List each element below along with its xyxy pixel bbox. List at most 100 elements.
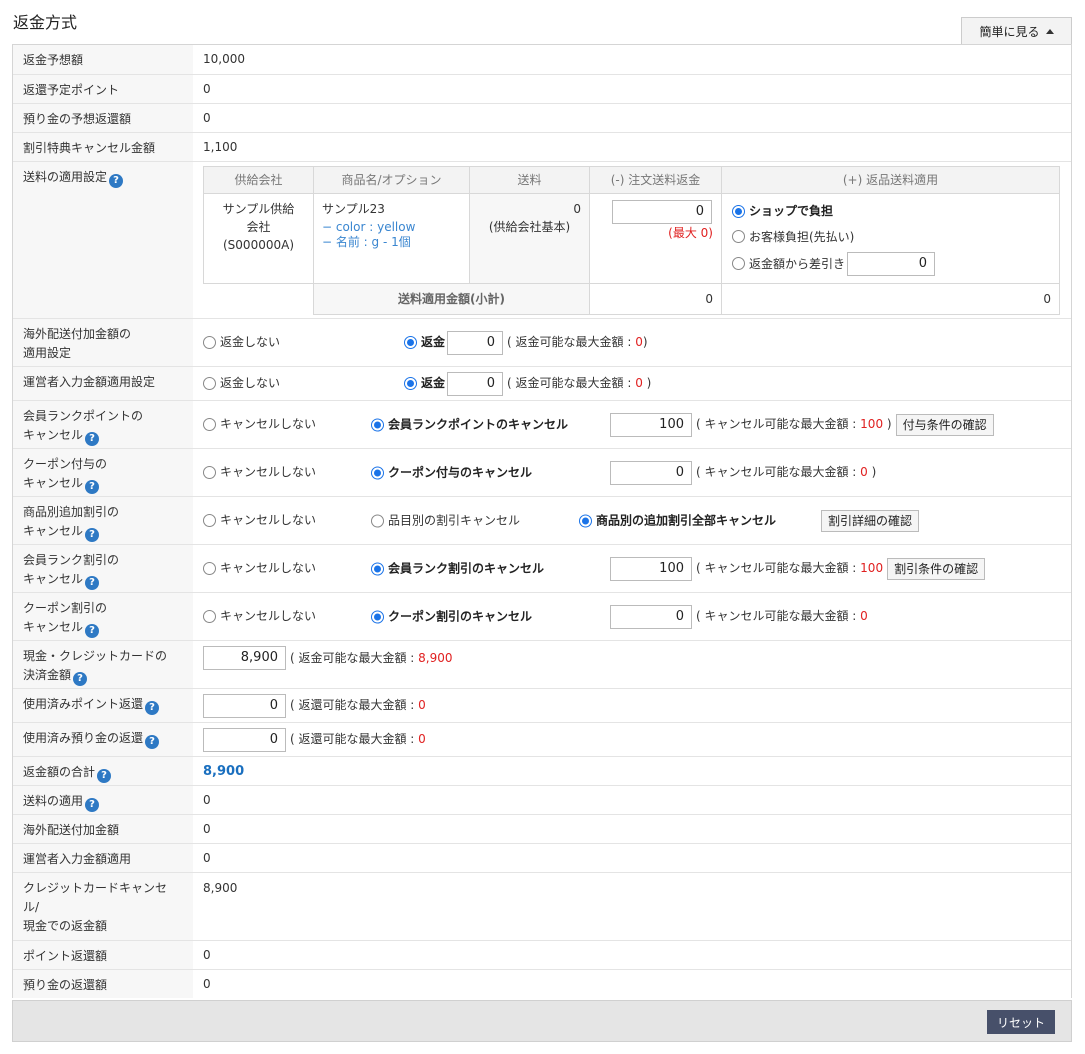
row-label: 割引特典キャンセル金額 — [13, 133, 193, 161]
radio-no-refund[interactable]: 返金しない — [203, 333, 280, 352]
radio-icon[interactable] — [203, 336, 216, 349]
cash-card-input[interactable]: 8,900 — [203, 646, 286, 670]
label-text: クーポン割引の — [23, 601, 108, 615]
product-option: − 名前 : g - 1個 — [322, 235, 411, 249]
radio-icon[interactable] — [203, 562, 216, 575]
radio-no-refund[interactable]: 返金しない — [203, 374, 280, 393]
overseas-amount-input[interactable]: 0 — [447, 330, 504, 355]
label-text: 使用済み預り金の返還 — [23, 731, 144, 745]
operator-amount-input[interactable]: 0 — [447, 371, 504, 396]
deduct-amount-input[interactable]: 0 — [847, 251, 936, 276]
used-deposit-input[interactable]: 0 — [203, 727, 286, 752]
help-icon[interactable]: ? — [85, 798, 100, 812]
row-overseas-setting: 海外配送付加金額の 適用設定 返金しない 返金 0( 返金可能な最大金額 : 0) — [13, 319, 1071, 367]
row-product-discount: 商品別追加割引の キャンセル? キャンセルしない 品目別の割引キャンセル 商品別の… — [13, 497, 1071, 545]
radio-icon[interactable] — [203, 610, 216, 623]
radio-selected-icon[interactable] — [404, 377, 417, 390]
row-value: 1,100 — [203, 139, 238, 154]
max-note: ( 返金可能な最大金額 : 0 ) — [507, 376, 652, 390]
simple-view-toggle-button[interactable]: 簡単に見る — [961, 17, 1072, 45]
option-label: 商品別の追加割引全部キャンセル — [596, 513, 777, 527]
coupon-discount-input[interactable]: 0 — [610, 604, 692, 629]
max-note: ( 返還可能な最大金額 : 0 — [290, 698, 426, 712]
option-label: お客様負担(先払い) — [749, 229, 855, 244]
help-icon[interactable]: ? — [85, 624, 100, 638]
radio-no-cancel[interactable]: キャンセルしない — [203, 463, 316, 482]
radio-selected-icon[interactable] — [371, 562, 384, 575]
help-icon[interactable]: ? — [97, 769, 112, 783]
radio-shop-pays[interactable]: ショップで負担 — [732, 200, 833, 222]
radio-customer-pays[interactable]: お客様負担(先払い) — [732, 223, 854, 251]
order-refund-input[interactable]: 0 — [612, 200, 712, 224]
label-text: キャンセル — [23, 572, 84, 586]
used-deposit-cell: 0 ( 返還可能な最大金額 : 0 — [193, 723, 1071, 756]
radio-selected-icon[interactable] — [404, 336, 417, 349]
radio-icon[interactable] — [371, 514, 384, 527]
row-discount-cancel: 割引特典キャンセル金額 1,100 — [13, 133, 1071, 162]
radio-refund[interactable]: 返金 0( 返金可能な最大金額 : 0 ) — [404, 371, 652, 396]
radio-icon[interactable] — [203, 466, 216, 479]
radio-item-cancel[interactable]: 品目別の割引キャンセル — [371, 511, 520, 530]
radio-refund[interactable]: 返金 0( 返金可能な最大金額 : 0) — [404, 330, 648, 355]
product-discount-cell: キャンセルしない 品目別の割引キャンセル 商品別の追加割引全部キャンセル 割引詳… — [193, 497, 1071, 544]
help-icon[interactable]: ? — [85, 576, 100, 590]
radio-no-cancel[interactable]: キャンセルしない — [203, 607, 316, 626]
row-label: 送料の適用設定? — [13, 162, 193, 318]
radio-selected-icon[interactable] — [579, 514, 592, 527]
operator-cell: 返金しない 返金 0( 返金可能な最大金額 : 0 ) — [193, 367, 1071, 400]
amount-group: 100 ( キャンセル可能な最大金額 : 100 割引条件の確認 — [610, 556, 986, 581]
used-points-input[interactable]: 0 — [203, 693, 286, 718]
help-icon[interactable]: ? — [145, 735, 160, 749]
col-product: 商品名/オプション — [313, 166, 470, 194]
label-text: キャンセル — [23, 476, 84, 490]
rank-points-input[interactable]: 100 — [610, 412, 692, 437]
help-icon[interactable]: ? — [85, 432, 100, 446]
grant-conditions-button[interactable]: 付与条件の確認 — [895, 413, 994, 436]
row-rank-discount: 会員ランク割引の キャンセル? キャンセルしない 会員ランク割引のキャンセル 10… — [13, 545, 1071, 593]
row-coupon-grant: クーポン付与の キャンセル? キャンセルしない クーポン付与のキャンセル 0 ( キ… — [13, 449, 1071, 497]
help-icon[interactable]: ? — [109, 174, 124, 188]
radio-deduct-refund[interactable]: 返金額から差引き 0 — [732, 251, 936, 277]
col-shipping-fee: 送料 — [469, 166, 590, 194]
radio-icon[interactable] — [203, 418, 216, 431]
subtotal-return: 0 — [721, 283, 1060, 315]
radio-selected-icon[interactable] — [371, 418, 384, 431]
row-value: 0 — [203, 850, 211, 865]
radio-icon[interactable] — [732, 230, 745, 243]
radio-no-cancel[interactable]: キャンセルしない — [203, 511, 316, 530]
discount-details-button[interactable]: 割引詳細の確認 — [821, 509, 920, 532]
rank-discount-input[interactable]: 100 — [610, 556, 692, 581]
help-icon[interactable]: ? — [85, 480, 100, 494]
radio-icon[interactable] — [203, 377, 216, 390]
radio-selected-icon[interactable] — [732, 204, 745, 218]
row-label: クレジットカードキャンセ ル/現金での返金額 — [13, 873, 193, 940]
radio-no-cancel[interactable]: キャンセルしない — [203, 559, 316, 578]
row-label: 使用済みポイント返還? — [13, 689, 193, 722]
radio-icon[interactable] — [732, 257, 745, 270]
row-return-points: 返還予定ポイント 0 — [13, 75, 1071, 104]
radio-all-cancel[interactable]: 商品別の追加割引全部キャンセル — [579, 511, 776, 530]
row-label: クーポン割引の キャンセル? — [13, 593, 193, 640]
radio-selected-icon[interactable] — [371, 466, 384, 479]
radio-icon[interactable] — [203, 514, 216, 527]
row-label: 送料の適用? — [13, 786, 193, 814]
max-note: ( 返金可能な最大金額 : 8,900 — [290, 651, 453, 665]
fee-note: (供給会社基本) — [488, 220, 571, 234]
caret-up-icon — [1045, 29, 1054, 34]
help-icon[interactable]: ? — [85, 528, 100, 542]
discount-conditions-button[interactable]: 割引条件の確認 — [887, 557, 986, 580]
row-label: 現金・クレジットカードの 決済金額? — [13, 641, 193, 688]
radio-selected-icon[interactable] — [371, 610, 384, 623]
help-icon[interactable]: ? — [73, 672, 88, 686]
coupon-grant-input[interactable]: 0 — [610, 460, 692, 485]
radio-cancel[interactable]: 会員ランクポイントのキャンセル — [371, 415, 568, 434]
row-label: 会員ランクポイントの キャンセル? — [13, 401, 193, 448]
radio-cancel[interactable]: 会員ランク割引のキャンセル — [371, 559, 544, 578]
help-icon[interactable]: ? — [145, 701, 160, 715]
radio-cancel[interactable]: クーポン割引のキャンセル — [371, 607, 532, 626]
radio-cancel[interactable]: クーポン付与のキャンセル — [371, 463, 532, 482]
reset-button[interactable]: リセット — [986, 1010, 1055, 1034]
label-text: ル/ — [23, 900, 40, 914]
option-label: 返金しない — [220, 335, 281, 349]
radio-no-cancel[interactable]: キャンセルしない — [203, 415, 316, 434]
